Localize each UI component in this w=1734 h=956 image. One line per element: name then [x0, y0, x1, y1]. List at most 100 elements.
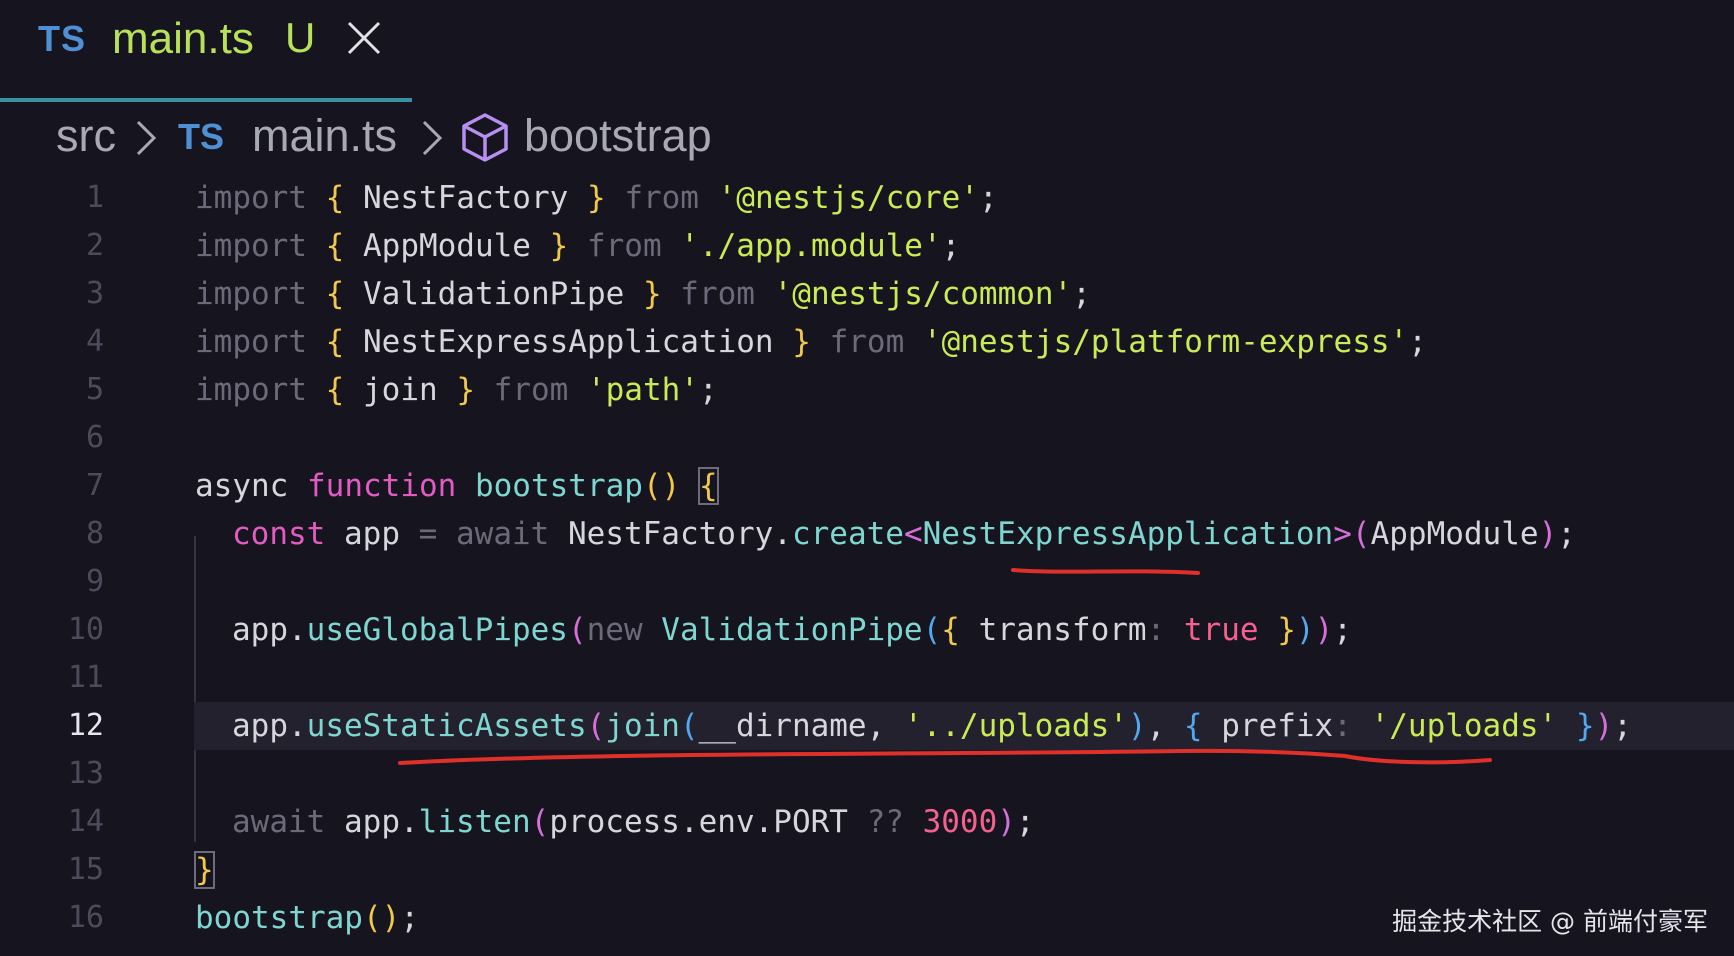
- token: {: [941, 612, 960, 648]
- close-icon[interactable]: [344, 18, 384, 58]
- line-text: app.useStaticAssets(join(__dirname, '../…: [232, 702, 1632, 750]
- token: new: [586, 612, 643, 648]
- token: '@nestjs/common': [773, 276, 1073, 312]
- token: ): [1295, 612, 1315, 648]
- token: join: [344, 372, 457, 408]
- token: ;: [1015, 804, 1035, 840]
- code-line: 3 import { ValidationPipe } from '@nestj…: [0, 270, 1734, 318]
- line-text: const app = await NestFactory.create<Nes…: [232, 510, 1576, 558]
- code-line: 6: [0, 414, 1734, 462]
- token: AppModule: [344, 228, 550, 264]
- token: import: [195, 180, 307, 216]
- token: from: [586, 228, 662, 264]
- token: }: [1277, 612, 1296, 648]
- tab-bar: TS main.ts U: [0, 0, 1734, 102]
- token: ): [1594, 708, 1614, 744]
- token: useStaticAssets: [306, 708, 587, 744]
- token: prefix: [1202, 708, 1334, 744]
- token: ;: [1408, 324, 1427, 360]
- token: ): [1127, 708, 1147, 744]
- matched-bracket: {: [697, 467, 719, 505]
- code-line: 8 const app = await NestFactory.create<N…: [0, 510, 1734, 558]
- token: {: [1183, 708, 1203, 744]
- line-number: 12: [67, 708, 104, 743]
- token: await: [232, 804, 326, 840]
- token: ValidationPipe: [344, 276, 643, 312]
- breadcrumb-file[interactable]: main.ts: [252, 110, 397, 162]
- line-number: 5: [85, 372, 104, 407]
- method-cube-icon: [462, 113, 508, 162]
- token: ;: [978, 180, 998, 216]
- breadcrumb-symbol[interactable]: bootstrap: [524, 110, 712, 162]
- breadcrumb-folder[interactable]: src: [56, 110, 116, 162]
- token: ??: [866, 804, 904, 840]
- token: ,: [1146, 708, 1184, 744]
- line-number: 3: [85, 276, 104, 311]
- tab-filename: main.ts: [112, 14, 254, 63]
- token: bootstrap: [474, 468, 643, 504]
- token: >: [1333, 516, 1352, 552]
- code-line: 7 async function bootstrap() {: [0, 462, 1734, 510]
- matched-bracket: }: [194, 851, 215, 889]
- token: ;: [1613, 708, 1632, 744]
- token: '/uploads': [1370, 708, 1558, 744]
- token: from: [829, 324, 905, 360]
- token: (): [362, 900, 401, 936]
- token: {: [325, 276, 345, 312]
- code-line: 4 import { NestExpressApplication } from…: [0, 318, 1734, 366]
- line-number: 2: [85, 228, 104, 263]
- code-line: 10 app.useGlobalPipes(new ValidationPipe…: [0, 606, 1734, 654]
- token: ): [1314, 612, 1334, 648]
- token: <: [903, 516, 923, 552]
- token: import: [195, 324, 307, 360]
- token: app.: [325, 804, 419, 840]
- token: await: [456, 516, 550, 552]
- token: import: [195, 372, 307, 408]
- token: ;: [941, 228, 961, 264]
- token: (: [586, 708, 606, 744]
- token: ): [1538, 516, 1558, 552]
- code-line: 14 await app.listen(process.env.PORT ?? …: [0, 798, 1734, 846]
- line-number: 1: [85, 180, 104, 215]
- token: '@nestjs/core': [717, 180, 979, 216]
- token: ;: [1072, 276, 1091, 312]
- breadcrumb: src TS main.ts bootstrap: [0, 104, 1734, 170]
- line-number: 11: [67, 660, 104, 695]
- tab-untracked-badge: U: [285, 14, 316, 61]
- token: }: [586, 180, 606, 216]
- token: {: [325, 228, 345, 264]
- token: ;: [1333, 612, 1352, 648]
- token: AppModule: [1370, 516, 1539, 552]
- token: true: [1183, 612, 1259, 648]
- line-text: app.useGlobalPipes(new ValidationPipe({ …: [232, 606, 1352, 654]
- line-number: 7: [85, 468, 104, 503]
- token: (: [922, 612, 942, 648]
- token: ;: [400, 900, 419, 936]
- line-number: 14: [67, 804, 104, 839]
- token: app.: [232, 708, 307, 744]
- tab-main-ts[interactable]: TS main.ts U: [0, 0, 412, 102]
- line-text: import { join } from 'path';: [195, 366, 718, 414]
- line-number: 15: [67, 852, 104, 887]
- token: async: [195, 468, 289, 504]
- token: :: [1146, 612, 1166, 648]
- token: 3000: [922, 804, 998, 840]
- token: __dirname,: [698, 708, 904, 744]
- token: app.: [232, 612, 307, 648]
- line-number: 6: [85, 420, 104, 455]
- line-number: 16: [67, 900, 104, 935]
- code-line: 1 import { NestFactory } from '@nestjs/c…: [0, 174, 1734, 222]
- token: (: [567, 612, 587, 648]
- token: import: [195, 228, 307, 264]
- token: }: [792, 324, 811, 360]
- chevron-right-icon: [422, 120, 443, 156]
- current-code-line: 12 app.useStaticAssets(join(__dirname, '…: [0, 702, 1734, 750]
- token: bootstrap: [195, 900, 363, 936]
